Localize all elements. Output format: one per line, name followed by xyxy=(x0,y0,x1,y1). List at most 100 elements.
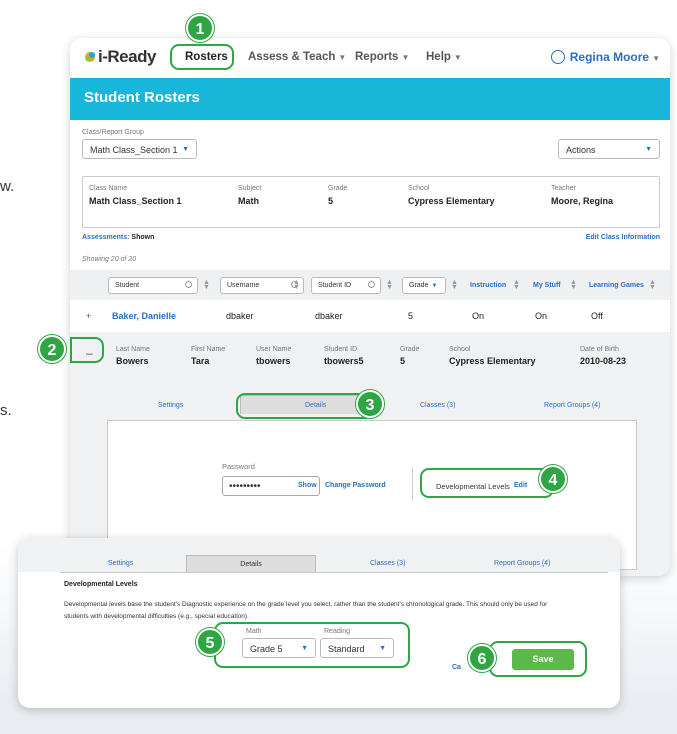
search-icon xyxy=(185,281,192,288)
class-info-value: Math xyxy=(238,196,259,206)
page-header: Student Rosters xyxy=(70,78,670,120)
callout-4: 4 xyxy=(539,465,567,493)
table-row[interactable]: + Baker, Danielle dbaker dbaker 5 On On … xyxy=(70,311,670,331)
detail-label: User Name xyxy=(256,346,292,353)
highlight-level-selects xyxy=(214,622,410,668)
highlight-rosters xyxy=(170,44,234,70)
assessments-label: Assessments: xyxy=(82,234,130,241)
assessments-status: Assessments: Shown xyxy=(82,234,154,241)
detail-tabs: Settings Details Classes (3) Report Grou… xyxy=(18,538,620,572)
divider xyxy=(412,468,413,500)
chevron-down-icon: ▼ xyxy=(338,53,347,62)
tab-details[interactable]: Details xyxy=(186,555,316,572)
class-info-label: Teacher xyxy=(551,185,576,192)
expand-icon[interactable]: + xyxy=(86,311,91,321)
chevron-down-icon: ▼ xyxy=(431,283,438,289)
grade-filter[interactable]: Grade ▼ xyxy=(402,277,446,294)
callout-6: 6 xyxy=(468,644,496,672)
show-password-link[interactable]: Show xyxy=(298,482,317,489)
my-stuff-header[interactable]: My Stuff xyxy=(533,282,561,289)
user-icon xyxy=(550,50,565,64)
tab-settings[interactable]: Settings xyxy=(108,560,133,567)
sort-icon[interactable]: ▲ ▼ xyxy=(386,279,393,291)
username-filter[interactable]: Username xyxy=(220,277,304,294)
tab-report-groups[interactable]: Report Groups (4) xyxy=(544,402,600,409)
sort-icon[interactable]: ▲ ▼ xyxy=(203,279,210,291)
sort-icon[interactable]: ▲ ▼ xyxy=(513,279,520,291)
learning-games-header[interactable]: Learning Games xyxy=(589,282,644,289)
cell-grade: 5 xyxy=(408,311,414,321)
assessments-value: Shown xyxy=(131,234,155,241)
class-info-label: Grade xyxy=(328,185,348,192)
class-info-value: 5 xyxy=(328,196,334,206)
password-label: Password xyxy=(222,462,255,471)
cell-username: dbaker xyxy=(315,311,343,321)
nav-assess-teach[interactable]: Assess & Teach ▼ xyxy=(248,51,346,63)
detail-value: 2010-08-23 xyxy=(580,356,627,366)
showing-count: Showing 20 of 20 xyxy=(82,256,137,263)
student-name-link[interactable]: Baker, Danielle xyxy=(112,311,176,321)
cell-games: Off xyxy=(591,311,603,321)
student-id-filter[interactable]: Student ID xyxy=(311,277,381,294)
instruction-header[interactable]: Instruction xyxy=(470,282,506,289)
tab-classes[interactable]: Classes (3) xyxy=(420,402,455,409)
highlight-dev-levels xyxy=(420,468,554,498)
chevron-down-icon: ▼ xyxy=(401,53,410,62)
class-info-label: Subject xyxy=(238,185,262,192)
nav-reports[interactable]: Reports ▼ xyxy=(355,51,409,63)
callout-5: 5 xyxy=(196,628,224,656)
chevron-down-icon: ▼ xyxy=(652,54,660,63)
detail-value: tbowers5 xyxy=(324,356,364,366)
user-menu[interactable]: Regina Moore ▼ xyxy=(550,50,660,64)
dev-panel-title: Developmental Levels xyxy=(64,581,138,588)
logo-text: i-Ready xyxy=(98,47,156,66)
class-info-value: Cypress Elementary xyxy=(408,196,495,206)
tab-classes[interactable]: Classes (3) xyxy=(370,560,405,567)
class-info-label: Class Name xyxy=(89,185,128,192)
class-info-value: Math Class_Section 1 xyxy=(89,196,182,206)
sort-icon[interactable]: ▲ ▼ xyxy=(649,279,656,291)
callout-1: 1 xyxy=(186,14,214,42)
sort-icon[interactable]: ▲ ▼ xyxy=(451,279,458,291)
cancel-link[interactable]: Ca xyxy=(452,664,461,671)
class-group-select[interactable]: Math Class_Section 1 ▼ xyxy=(82,139,197,159)
class-group-label: Class/Report Group xyxy=(82,129,144,136)
highlight-collapse xyxy=(70,337,104,363)
change-password-link[interactable]: Change Password xyxy=(325,482,386,489)
sort-icon[interactable]: ▲ ▼ xyxy=(570,279,577,291)
cell-instruction: On xyxy=(472,311,485,321)
detail-value: Bowers xyxy=(116,356,149,366)
detail-value: tbowers xyxy=(256,356,291,366)
tab-report-groups[interactable]: Report Groups (4) xyxy=(494,560,550,567)
top-nav: i-Ready Rosters Assess & Teach ▼ Reports ▼… xyxy=(70,38,670,78)
sort-icon[interactable]: ▲ ▼ xyxy=(293,279,300,291)
class-info-value: Moore, Regina xyxy=(551,196,614,206)
dev-panel-description: Developmental levels base the student's … xyxy=(64,601,548,620)
student-filter[interactable]: Student xyxy=(108,277,198,294)
search-icon xyxy=(368,281,375,288)
filter-bar: Student ▲ ▼ Username ▲ ▼ Student ID ▲ ▼ Gra… xyxy=(70,270,670,300)
nav-help[interactable]: Help ▼ xyxy=(426,51,462,63)
chevron-down-icon: ▼ xyxy=(453,53,462,62)
detail-label: School xyxy=(449,346,471,353)
detail-label: Last Name xyxy=(116,346,150,353)
actions-select[interactable]: Actions ▼ xyxy=(558,139,660,159)
callout-3: 3 xyxy=(356,390,384,418)
edit-class-info-link[interactable]: Edit Class Information xyxy=(586,234,660,241)
roster-window: i-Ready Rosters Assess & Teach ▼ Reports ▼… xyxy=(70,38,670,576)
detail-label: First Name xyxy=(191,346,226,353)
class-info-label: School xyxy=(408,185,430,192)
logo-icon xyxy=(85,52,95,62)
chevron-down-icon: ▼ xyxy=(182,146,189,153)
detail-value: Tara xyxy=(191,356,210,366)
iready-logo[interactable]: i-Ready xyxy=(84,47,156,67)
tab-settings[interactable]: Settings xyxy=(158,402,183,409)
callout-2: 2 xyxy=(38,335,66,363)
detail-label: Grade xyxy=(400,346,420,353)
cell-my-stuff: On xyxy=(535,311,548,321)
detail-label: Student ID xyxy=(324,346,358,353)
background-fragment: w. xyxy=(0,178,15,195)
detail-value: 5 xyxy=(400,356,406,366)
highlight-details-tab xyxy=(236,393,376,419)
detail-label: Date of Birth xyxy=(580,346,619,353)
